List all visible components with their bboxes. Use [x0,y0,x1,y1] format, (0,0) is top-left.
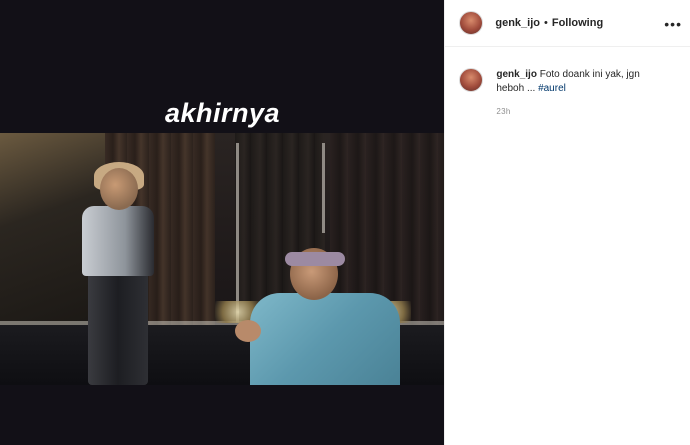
header-username[interactable]: genk_ijo [495,17,540,29]
avatar[interactable] [459,68,484,92]
post-sidebar: genk_ijo • Following ••• genk_ijo Foto d… [444,0,690,445]
post-media[interactable]: akhirnya [0,0,445,445]
avatar[interactable] [459,11,484,35]
separator-dot: • [543,17,548,29]
video-frame [0,133,445,385]
post-timestamp[interactable]: 23h [496,107,666,116]
caption-comment: genk_ijo Foto doank ini yak, jgn heboh .… [445,47,690,116]
pole [322,143,325,233]
caption-username[interactable]: genk_ijo [496,69,537,80]
following-button[interactable]: Following [552,17,603,29]
story-caption-text: akhirnya [164,98,281,128]
person-kneeling [235,248,400,385]
instagram-post: akhirnya genk_ijo • Following ••• genk_i… [0,0,690,445]
more-horizontal-icon[interactable]: ••• [664,16,682,32]
person-standing [70,162,160,385]
caption-text: genk_ijo Foto doank ini yak, jgn heboh .… [496,68,666,96]
post-header: genk_ijo • Following ••• [445,0,690,47]
comment-body: genk_ijo Foto doank ini yak, jgn heboh .… [496,68,666,116]
hashtag-link[interactable]: #aurel [538,83,566,94]
